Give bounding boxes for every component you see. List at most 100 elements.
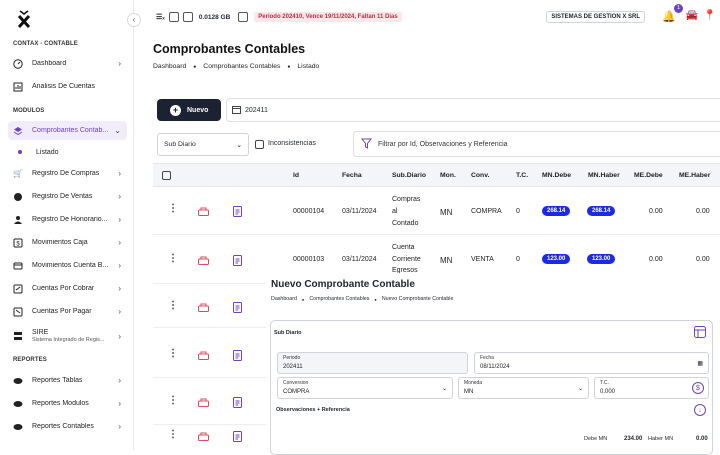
nuevo-label: Nuevo bbox=[187, 106, 209, 114]
subdiario-select[interactable]: Sub Diario ⌄ bbox=[157, 133, 249, 156]
cell-id: 00000104 bbox=[293, 208, 325, 215]
kebab-menu-icon[interactable]: ⋮ bbox=[168, 204, 178, 214]
tc-field[interactable]: T.C. 0.000 $ bbox=[594, 377, 709, 399]
calendar-icon[interactable]: ▦ bbox=[697, 360, 703, 367]
breadcrumb-dashboard[interactable]: Dashboard bbox=[153, 63, 186, 70]
col-conv[interactable]: Conv. bbox=[471, 172, 489, 179]
document-icon[interactable] bbox=[233, 302, 242, 315]
delete-icon[interactable] bbox=[198, 398, 209, 409]
periodo-field[interactable]: Periodo 202411 bbox=[277, 352, 468, 374]
collapse-sidebar-button[interactable]: ‹ bbox=[127, 13, 141, 27]
col-subdiario[interactable]: Sub.Diario bbox=[392, 172, 426, 179]
kebab-menu-icon[interactable]: ⋮ bbox=[168, 396, 178, 406]
sidebar-item-dashboard[interactable]: Dashboard › bbox=[8, 54, 127, 73]
sidebar-item-label: Analisis De Cuentas bbox=[32, 83, 96, 90]
section-contax: CONTAX - CONTABLE bbox=[13, 41, 78, 47]
sidebar-item-label: Dashboard bbox=[32, 60, 67, 67]
mn-debe-pill: 268.14 bbox=[542, 206, 571, 216]
kebab-menu-icon[interactable]: ⋮ bbox=[168, 349, 178, 359]
sidebar-item-cuenta-bancaria[interactable]: Movimientos Cuenta B... › bbox=[8, 256, 127, 275]
document-icon[interactable] bbox=[233, 397, 242, 410]
subdiario-label: Sub Diario bbox=[274, 330, 302, 336]
layout-icon[interactable] bbox=[694, 326, 706, 340]
location-pin-icon[interactable]: 📍 bbox=[704, 10, 716, 21]
col-mon[interactable]: Mon. bbox=[440, 172, 456, 179]
dollar-icon[interactable]: $ bbox=[692, 382, 704, 394]
delete-icon[interactable] bbox=[198, 207, 209, 218]
sidebar-item-analisis[interactable]: Analisis De Cuentas bbox=[8, 77, 127, 96]
periodo-label: Periodo bbox=[283, 355, 301, 361]
chevron-right-icon: › bbox=[118, 169, 121, 178]
table-row[interactable]: ⋮ bbox=[153, 285, 266, 328]
col-mn-haber[interactable]: MN.Haber bbox=[588, 172, 620, 179]
delete-icon[interactable] bbox=[198, 432, 209, 443]
chevron-right-icon: › bbox=[118, 307, 121, 316]
tc-label: T.C. bbox=[600, 380, 609, 386]
breadcrumb-nuevo: Nuevo Comprobante Contable bbox=[381, 296, 454, 302]
col-mn-debe[interactable]: MN.Debe bbox=[542, 172, 571, 179]
periodo-field[interactable]: 202411 bbox=[226, 98, 720, 122]
filter-input[interactable]: Filtrar por Id, Observaciones y Referenc… bbox=[353, 131, 720, 157]
moneda-label: Moneda bbox=[464, 380, 483, 386]
breadcrumb: Dashboard ● Comprobantes Contables ● Lis… bbox=[153, 63, 319, 70]
sidebar-item-sire[interactable]: SIRE Sistema Integrado de Regis... › bbox=[8, 325, 127, 347]
sidebar-item-cobrar[interactable]: Cuentas Por Cobrar › bbox=[8, 279, 127, 298]
report-icon bbox=[13, 376, 23, 386]
table-row[interactable]: ⋮ 00000104 03/11/2024 Compras al Contado… bbox=[153, 187, 720, 235]
fecha-label: Fecha bbox=[480, 355, 494, 361]
inconsistencias-checkbox[interactable] bbox=[255, 140, 264, 149]
col-fecha[interactable]: Fecha bbox=[342, 172, 362, 179]
kebab-menu-icon[interactable]: ⋮ bbox=[168, 301, 178, 311]
document-icon[interactable] bbox=[233, 350, 242, 363]
company-selector[interactable]: SISTEMAS DE GESTION X SRL bbox=[546, 11, 645, 23]
sidebar-subitem-listado[interactable]: Listado bbox=[8, 143, 127, 161]
delete-icon[interactable] bbox=[198, 303, 209, 314]
col-me-haber[interactable]: ME.Haber bbox=[679, 172, 710, 179]
sidebar-item-reportes-tablas[interactable]: Reportes Tablas › bbox=[8, 371, 127, 390]
sidebar-item-pagar[interactable]: Cuentas Por Pagar › bbox=[8, 302, 127, 321]
document-icon[interactable] bbox=[233, 206, 242, 219]
minus-box-icon[interactable] bbox=[168, 12, 179, 22]
cell-me-debe: 0.00 bbox=[649, 256, 663, 263]
table-row[interactable]: ⋮ bbox=[153, 332, 266, 378]
moneda-select[interactable]: Moneda MN ⌄ bbox=[458, 377, 589, 399]
sidebar-item-label: Comprobantes Contab... bbox=[32, 127, 109, 134]
sidebar-item-ventas[interactable]: Registro De Ventas › bbox=[8, 187, 127, 206]
bell-icon[interactable]: 🔔 bbox=[662, 10, 676, 23]
sidebar-item-reportes-contables[interactable]: Reportes Contables › bbox=[8, 417, 127, 436]
sidebar-item-honorarios[interactable]: Registro De Honorario... › bbox=[8, 210, 127, 229]
chevron-right-icon: › bbox=[118, 376, 121, 385]
car-icon[interactable]: 🚘 bbox=[686, 10, 698, 21]
delete-icon[interactable] bbox=[198, 351, 209, 362]
col-me-debe[interactable]: ME.Debe bbox=[634, 172, 663, 179]
debe-mn-label: Debe MN bbox=[584, 436, 608, 442]
fecha-field[interactable]: Fecha 08/11/2024 ▦ bbox=[474, 352, 709, 374]
delete-icon[interactable] bbox=[198, 256, 209, 267]
chevron-right-icon: › bbox=[118, 284, 121, 293]
sidebar-item-compras[interactable]: 🛒 Registro De Compras › bbox=[8, 164, 127, 183]
sidebar-item-label: Reportes Contables bbox=[32, 423, 94, 430]
select-all-checkbox[interactable] bbox=[162, 171, 171, 180]
cart-icon: 🛒 bbox=[13, 169, 23, 178]
sidebar-item-label: Movimientos Caja bbox=[32, 239, 88, 246]
document-icon[interactable] bbox=[233, 255, 242, 268]
breadcrumb-comprobantes[interactable]: Comprobantes Contables bbox=[203, 63, 280, 70]
document-icon[interactable] bbox=[233, 431, 242, 444]
expand-down-icon[interactable]: ↓ bbox=[694, 404, 706, 416]
chevron-right-icon: › bbox=[118, 192, 121, 201]
kebab-menu-icon[interactable]: ⋮ bbox=[168, 254, 178, 264]
table-row[interactable]: ⋮ bbox=[153, 379, 266, 425]
col-tc[interactable]: T.C. bbox=[516, 172, 528, 179]
col-id[interactable]: Id bbox=[293, 172, 299, 179]
table-row[interactable]: ⋮ bbox=[153, 426, 266, 450]
sidebar-item-reportes-modulos[interactable]: Reportes Modulos › bbox=[8, 394, 127, 413]
breadcrumb-comprobantes[interactable]: Comprobantes Contables bbox=[309, 296, 369, 302]
chevron-down-icon: ⌄ bbox=[577, 386, 583, 392]
conversion-select[interactable]: Conversion COMPRA ⌄ bbox=[277, 377, 453, 399]
breadcrumb-dashboard[interactable]: Dashboard bbox=[271, 296, 297, 302]
section-reportes: REPORTES bbox=[13, 357, 47, 363]
sidebar-item-caja[interactable]: $ Movimientos Caja › bbox=[8, 233, 127, 252]
nuevo-button[interactable]: + Nuevo bbox=[157, 99, 221, 121]
kebab-menu-icon[interactable]: ⋮ bbox=[168, 430, 178, 440]
sidebar-item-comprobantes[interactable]: Comprobantes Contab... ⌄ bbox=[8, 121, 127, 140]
